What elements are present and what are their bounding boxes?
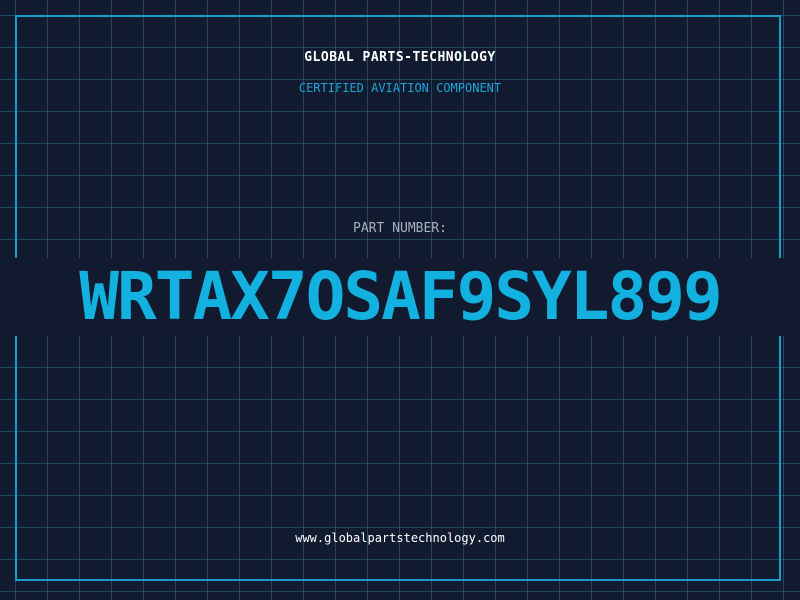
website-url: www.globalpartstechnology.com	[295, 531, 505, 545]
part-number-value: WRTAX7OSAF9SYL899	[79, 258, 723, 335]
company-name: GLOBAL PARTS-TECHNOLOGY	[304, 50, 496, 65]
certificate-subtitle: CERTIFIED AVIATION COMPONENT	[298, 81, 502, 95]
part-number-label: PART NUMBER:	[353, 221, 447, 236]
